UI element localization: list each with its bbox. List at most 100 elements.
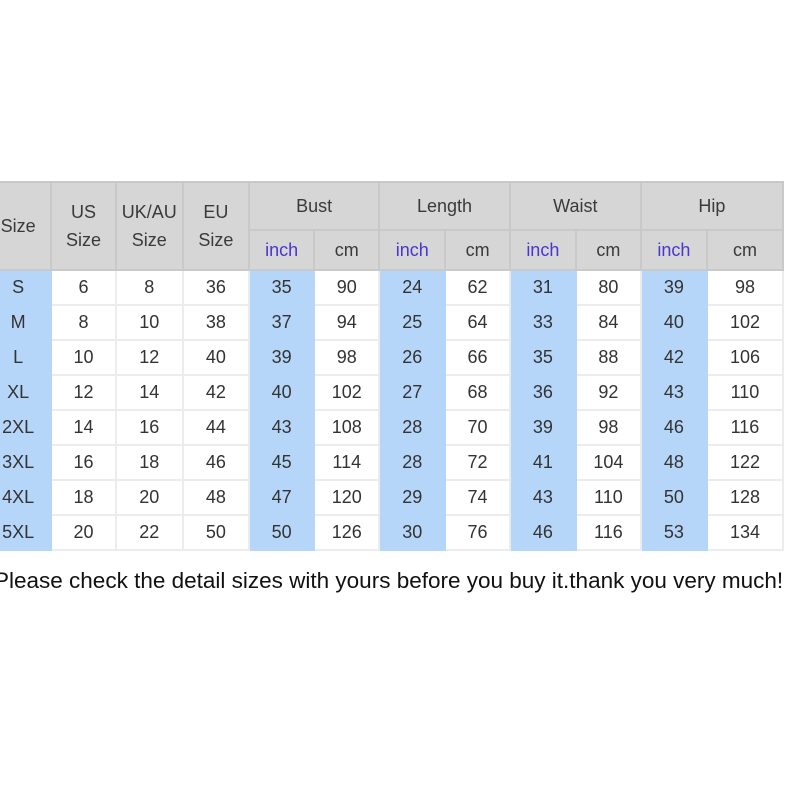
table-cell: 48 — [639, 444, 708, 481]
header-uk-size: UK/AU Size — [114, 181, 184, 271]
table-cell: 26 — [378, 339, 447, 376]
table-cell: 39 — [508, 409, 577, 446]
header-unit-inch: inch — [378, 229, 447, 271]
table-cell: 134 — [705, 514, 785, 551]
table-cell: 46 — [639, 409, 708, 446]
table-cell: 43 — [508, 479, 577, 516]
table-cell: 16 — [50, 444, 117, 481]
table-cell: 14 — [114, 374, 184, 411]
table-cell: 16 — [114, 409, 184, 446]
header-us-line2: Size — [66, 230, 102, 250]
table-cell: 38 — [181, 304, 251, 341]
header-eu-size: EU Size — [181, 181, 251, 271]
table-cell: 98 — [313, 339, 381, 376]
table-cell: 28 — [378, 409, 447, 446]
table-cell: 50 — [248, 514, 316, 551]
header-unit-inch: inch — [639, 229, 708, 271]
table-cell: 8 — [114, 269, 184, 306]
table-cell: 90 — [313, 269, 381, 306]
table-cell: 44 — [181, 409, 251, 446]
table-cell: 25 — [378, 304, 447, 341]
table-cell: 94 — [313, 304, 381, 341]
table-cell: 31 — [508, 269, 577, 306]
header-bust: Bust — [248, 181, 381, 231]
table-cell: 39 — [248, 339, 316, 376]
table-cell: 110 — [705, 374, 785, 411]
table-cell: 41 — [508, 444, 577, 481]
table-cell: 122 — [705, 444, 785, 481]
table-cell: 33 — [508, 304, 577, 341]
table-row: L 10 12 40 39 98 26 66 35 88 42 106 — [0, 339, 785, 376]
header-unit-cm: cm — [313, 229, 381, 271]
table-cell: 92 — [574, 374, 642, 411]
table-cell: 104 — [574, 444, 642, 481]
table-cell: 30 — [378, 514, 447, 551]
table-cell: 39 — [639, 269, 708, 306]
size-label-cell: S — [0, 269, 53, 306]
table-cell: 20 — [50, 514, 117, 551]
table-cell: 45 — [248, 444, 316, 481]
table-cell: 43 — [248, 409, 316, 446]
table-cell: 76 — [444, 514, 511, 551]
table-cell: 6 — [50, 269, 117, 306]
table-cell: 18 — [114, 444, 184, 481]
table-row: 5XL 20 22 50 50 126 30 76 46 116 53 134 — [0, 514, 785, 551]
table-cell: 128 — [705, 479, 785, 516]
table-cell: 10 — [114, 304, 184, 341]
table-cell: 64 — [444, 304, 511, 341]
table-row: 2XL 14 16 44 43 108 28 70 39 98 46 116 — [0, 409, 785, 446]
table-cell: 98 — [705, 269, 785, 306]
table-cell: 80 — [574, 269, 642, 306]
table-cell: 98 — [574, 409, 642, 446]
table-cell: 53 — [639, 514, 708, 551]
header-unit-inch: inch — [248, 229, 316, 271]
size-chart-table: Size US Size UK/AU Size EU Size Bust Length… — [0, 181, 785, 551]
size-label-cell: 4XL — [0, 479, 53, 516]
table-cell: 24 — [378, 269, 447, 306]
header-unit-cm: cm — [574, 229, 642, 271]
table-cell: 102 — [313, 374, 381, 411]
header-eu-line2: Size — [198, 230, 234, 250]
table-cell: 126 — [313, 514, 381, 551]
size-label-cell: 3XL — [0, 444, 53, 481]
header-us-line1: US — [71, 202, 97, 222]
header-hip: Hip — [639, 181, 785, 231]
table-cell: 12 — [114, 339, 184, 376]
table-cell: 36 — [181, 269, 251, 306]
size-label-cell: 5XL — [0, 514, 53, 551]
size-label-cell: XL — [0, 374, 53, 411]
table-row: XL 12 14 42 40 102 27 68 36 92 43 110 — [0, 374, 785, 411]
table-cell: 10 — [50, 339, 117, 376]
table-cell: 106 — [705, 339, 785, 376]
table-cell: 108 — [313, 409, 381, 446]
header-uk-line1: UK/AU — [121, 202, 177, 222]
table-cell: 35 — [248, 269, 316, 306]
table-cell: 36 — [508, 374, 577, 411]
table-cell: 40 — [248, 374, 316, 411]
table-cell: 42 — [181, 374, 251, 411]
table-cell: 8 — [50, 304, 117, 341]
table-cell: 72 — [444, 444, 511, 481]
table-cell: 50 — [181, 514, 251, 551]
header-unit-cm: cm — [444, 229, 511, 271]
table-cell: 74 — [444, 479, 511, 516]
table-cell: 46 — [181, 444, 251, 481]
header-length: Length — [378, 181, 511, 231]
table-cell: 40 — [181, 339, 251, 376]
table-cell: 18 — [50, 479, 117, 516]
table-cell: 12 — [50, 374, 117, 411]
size-label-cell: 2XL — [0, 409, 53, 446]
table-cell: 42 — [639, 339, 708, 376]
table-cell: 88 — [574, 339, 642, 376]
size-note: Please check the detail sizes with yours… — [0, 568, 784, 593]
table-cell: 29 — [378, 479, 447, 516]
table-cell: 14 — [50, 409, 117, 446]
table-cell: 114 — [313, 444, 381, 481]
table-cell: 50 — [639, 479, 708, 516]
table-cell: 47 — [248, 479, 316, 516]
table-cell: 28 — [378, 444, 447, 481]
header-us-size: US Size — [50, 181, 117, 271]
table-cell: 35 — [508, 339, 577, 376]
table-cell: 43 — [639, 374, 708, 411]
table-cell: 40 — [639, 304, 708, 341]
